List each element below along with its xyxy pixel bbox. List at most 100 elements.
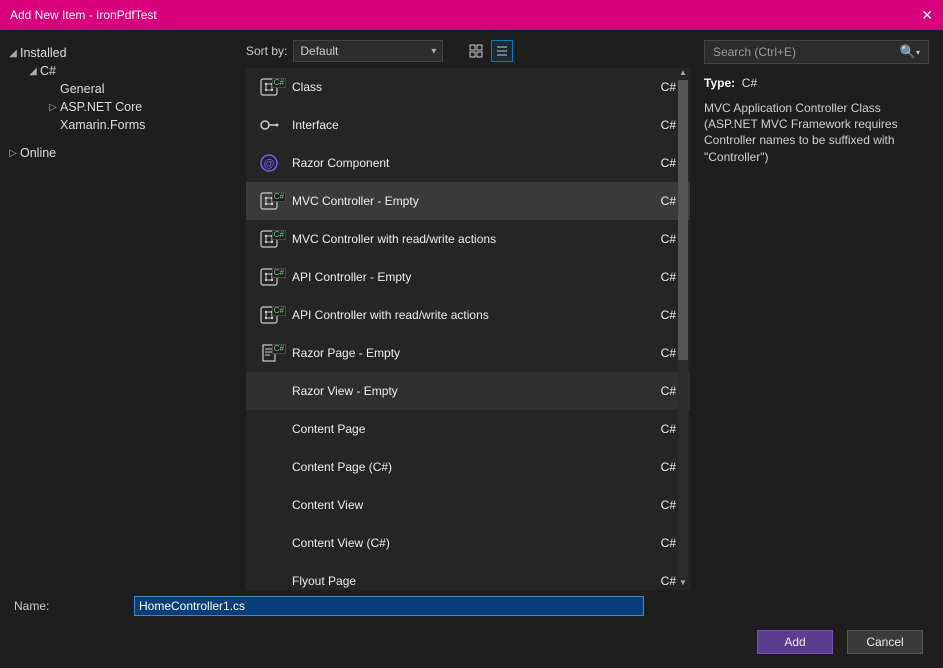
template-lang: C# [636, 346, 676, 360]
template-item[interactable]: C#MVC Controller - EmptyC# [246, 182, 690, 220]
template-icon: C# [246, 76, 292, 98]
svg-text:@: @ [263, 158, 274, 170]
template-item[interactable]: C#API Controller - EmptyC# [246, 258, 690, 296]
cs-badge: C# [272, 306, 286, 316]
template-label: Razor Page - Empty [292, 346, 636, 360]
template-lang: C# [636, 460, 676, 474]
tree-label: Xamarin.Forms [60, 118, 145, 132]
template-label: Interface [292, 118, 636, 132]
chevron-right-icon: ▷ [46, 102, 60, 113]
template-item[interactable]: Content Page (C#)C# [246, 448, 690, 486]
grid-view-button[interactable] [465, 40, 487, 62]
template-label: Razor Component [292, 156, 636, 170]
sort-dropdown[interactable]: Default [293, 40, 443, 62]
template-item[interactable]: Flyout PageC# [246, 562, 690, 590]
window-title: Add New Item - IronPdfTest [10, 8, 903, 22]
template-item[interactable]: Razor View - EmptyC# [246, 372, 690, 410]
add-button[interactable]: Add [757, 630, 833, 654]
tree-label: Installed [20, 46, 67, 60]
template-item[interactable]: @ Razor ComponentC# [246, 144, 690, 182]
sort-label: Sort by: [246, 44, 287, 58]
type-label: Type: [704, 76, 735, 90]
tree-node-aspnet[interactable]: ▷ ASP.NET Core [46, 98, 240, 116]
template-label: MVC Controller with read/write actions [292, 232, 636, 246]
view-toggles [465, 40, 513, 62]
scroll-up-icon[interactable]: ▲ [678, 68, 688, 80]
footer: Name: Add Cancel [0, 590, 943, 668]
template-label: Flyout Page [292, 574, 636, 588]
template-label: API Controller with read/write actions [292, 308, 636, 322]
template-label: Razor View - Empty [292, 384, 636, 398]
template-icon: C# [246, 266, 292, 288]
template-icon: C# [246, 304, 292, 326]
tree-label: General [60, 82, 104, 96]
cs-badge: C# [272, 344, 286, 354]
template-label: Content View [292, 498, 636, 512]
template-icon: C# [246, 190, 292, 212]
search-icon[interactable]: 🔍▾ [900, 44, 920, 60]
template-label: Class [292, 80, 636, 94]
name-label: Name: [14, 599, 124, 613]
template-label: Content Page [292, 422, 636, 436]
detail-panel: 🔍▾ Type: C# MVC Application Controller C… [690, 30, 943, 590]
template-label: MVC Controller - Empty [292, 194, 636, 208]
list-view-button[interactable] [491, 40, 513, 62]
titlebar: Add New Item - IronPdfTest ✕ [0, 0, 943, 30]
cs-badge: C# [272, 230, 286, 240]
template-icon [246, 114, 292, 136]
template-lang: C# [636, 384, 676, 398]
grid-icon [469, 44, 483, 58]
template-label: Content Page (C#) [292, 460, 636, 474]
name-input[interactable] [134, 596, 644, 616]
list-icon [495, 44, 509, 58]
tree-node-installed[interactable]: ◢ Installed [6, 44, 240, 62]
chevron-down-icon: ◢ [6, 48, 20, 59]
template-item[interactable]: C#API Controller with read/write actions… [246, 296, 690, 334]
tree-node-xamarin[interactable]: Xamarin.Forms [46, 116, 240, 134]
tree-label: C# [40, 64, 56, 78]
tree-node-general[interactable]: General [46, 80, 240, 98]
template-icon: @ [246, 152, 292, 174]
template-lang: C# [636, 422, 676, 436]
template-label: API Controller - Empty [292, 270, 636, 284]
sort-bar: Sort by: Default [246, 30, 690, 68]
scroll-thumb[interactable] [678, 80, 688, 360]
template-item[interactable]: Content View (C#)C# [246, 524, 690, 562]
template-lang: C# [636, 156, 676, 170]
sort-value: Default [300, 44, 338, 58]
template-lang: C# [636, 80, 676, 94]
template-item[interactable]: Content PageC# [246, 410, 690, 448]
template-lang: C# [636, 118, 676, 132]
tree-node-online[interactable]: ▷ Online [6, 144, 240, 162]
template-list: C#ClassC#InterfaceC#@Razor ComponentC#C#… [246, 68, 690, 590]
close-icon[interactable]: ✕ [903, 7, 933, 24]
tree-label: Online [20, 146, 56, 160]
template-icon: C# [246, 228, 292, 250]
template-lang: C# [636, 232, 676, 246]
scroll-track[interactable] [678, 80, 688, 578]
type-row: Type: C# [704, 76, 929, 90]
cs-badge: C# [272, 268, 286, 278]
chevron-right-icon: ▷ [6, 148, 20, 159]
scroll-down-icon[interactable]: ▼ [678, 578, 688, 590]
search-input[interactable] [713, 45, 900, 59]
tree-node-csharp[interactable]: ◢ C# [26, 62, 240, 80]
scrollbar[interactable]: ▲ ▼ [678, 68, 688, 590]
template-item[interactable]: Content ViewC# [246, 486, 690, 524]
category-tree: ◢ Installed ◢ C# General ▷ ASP.NET Core … [0, 30, 246, 590]
cancel-button[interactable]: Cancel [847, 630, 923, 654]
cs-badge: C# [272, 78, 286, 88]
template-item[interactable]: C#ClassC# [246, 68, 690, 106]
template-item[interactable]: InterfaceC# [246, 106, 690, 144]
template-lang: C# [636, 536, 676, 550]
template-item[interactable]: C#MVC Controller with read/write actions… [246, 220, 690, 258]
template-lang: C# [636, 270, 676, 284]
template-item[interactable]: C#Razor Page - EmptyC# [246, 334, 690, 372]
template-lang: C# [636, 498, 676, 512]
template-lang: C# [636, 308, 676, 322]
cs-badge: C# [272, 192, 286, 202]
template-label: Content View (C#) [292, 536, 636, 550]
search-box[interactable]: 🔍▾ [704, 40, 929, 64]
tree-label: ASP.NET Core [60, 100, 142, 114]
template-icon: C# [246, 342, 292, 364]
